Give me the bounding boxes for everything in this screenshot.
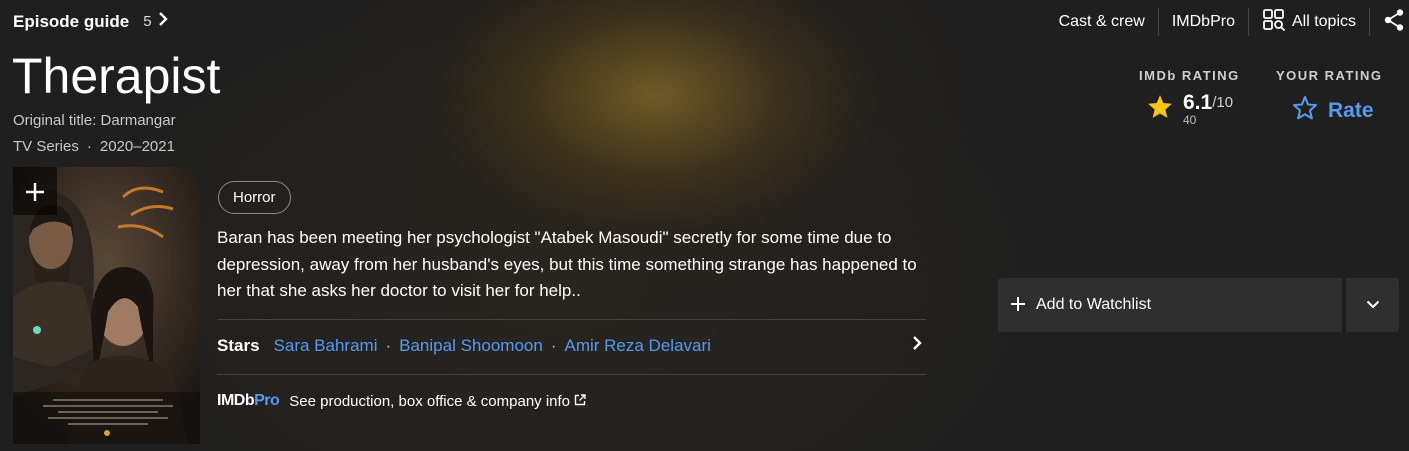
cast-crew-link[interactable]: Cast & crew <box>1046 8 1158 36</box>
your-rating-block: YOUR RATING Rate <box>1276 68 1383 126</box>
star-link[interactable]: Amir Reza Delavari <box>564 336 710 356</box>
rate-label: Rate <box>1328 98 1374 122</box>
star-outline-icon <box>1292 95 1318 126</box>
title-type: TV Series <box>13 138 79 155</box>
imdbpro-logo-pro: Pro <box>254 392 280 409</box>
episode-guide-label: Episode guide <box>13 11 130 31</box>
genre-chip[interactable]: Horror <box>218 181 291 214</box>
imdbpro-info-link[interactable]: IMDbPro See production, box office & com… <box>217 392 586 410</box>
imdb-rating-value: 6.1 /10 40 <box>1147 91 1240 127</box>
imdbpro-logo: IMDbPro <box>217 392 280 410</box>
share-icon <box>1383 8 1405 37</box>
share-button[interactable] <box>1370 8 1409 36</box>
release-years[interactable]: 2020–2021 <box>100 138 175 155</box>
stars-separator: · <box>385 335 392 355</box>
star-filled-icon <box>1147 94 1173 124</box>
page-title: Therapist <box>12 48 221 104</box>
chevron-down-icon <box>1366 296 1380 314</box>
imdbpro-logo-main: IMDb <box>217 392 255 409</box>
watchlist-dropdown-button[interactable] <box>1346 278 1399 332</box>
star-link[interactable]: Sara Bahrami <box>274 336 378 356</box>
your-rating-header: YOUR RATING <box>1276 68 1383 83</box>
plus-icon <box>25 173 45 210</box>
star-link[interactable]: Banipal Shoomoon <box>399 336 543 356</box>
stars-label: Stars <box>217 335 260 355</box>
chevron-right-icon[interactable] <box>912 335 922 356</box>
rating-score: 6.1 <box>1183 91 1213 114</box>
rate-button[interactable]: Rate <box>1292 95 1383 126</box>
poster-image[interactable] <box>13 167 200 444</box>
imdb-rating-block[interactable]: IMDb RATING 6.1 /10 40 <box>1139 68 1240 127</box>
top-navigation: Cast & crew IMDbPro All topics <box>1046 8 1409 36</box>
stars-separator: · <box>550 335 557 355</box>
grid-search-icon <box>1262 8 1286 37</box>
rating-votes: 40 <box>1183 113 1197 127</box>
all-topics-button[interactable]: All topics <box>1249 8 1369 36</box>
plus-icon <box>1010 291 1026 319</box>
add-to-watchlist-button[interactable]: Add to Watchlist <box>998 278 1342 332</box>
rating-out-of: /10 <box>1212 94 1234 111</box>
external-link-icon <box>574 393 586 410</box>
plot-summary: Baran has been meeting her psychologist … <box>217 228 917 300</box>
section-divider <box>217 374 926 375</box>
watchlist-label: Add to Watchlist <box>1036 296 1152 313</box>
chevron-right-icon <box>158 11 168 32</box>
imdb-rating-header: IMDb RATING <box>1139 68 1240 83</box>
imdbpro-link[interactable]: IMDbPro <box>1159 8 1248 36</box>
meta-separator: · <box>86 138 92 155</box>
original-title: Original title: Darmangar <box>13 112 176 129</box>
imdbpro-info-text: See production, box office & company inf… <box>289 392 571 410</box>
title-metadata: TV Series · 2020–2021 <box>13 138 175 155</box>
all-topics-label: All topics <box>1291 13 1356 30</box>
section-divider <box>217 319 926 320</box>
episode-guide-link[interactable]: Episode guide 5 <box>13 11 168 32</box>
add-to-watchlist-ribbon[interactable] <box>13 167 57 215</box>
episode-count: 5 <box>143 13 152 30</box>
stars-row[interactable]: Stars Sara Bahrami · Banipal Shoomoon · … <box>217 335 926 356</box>
